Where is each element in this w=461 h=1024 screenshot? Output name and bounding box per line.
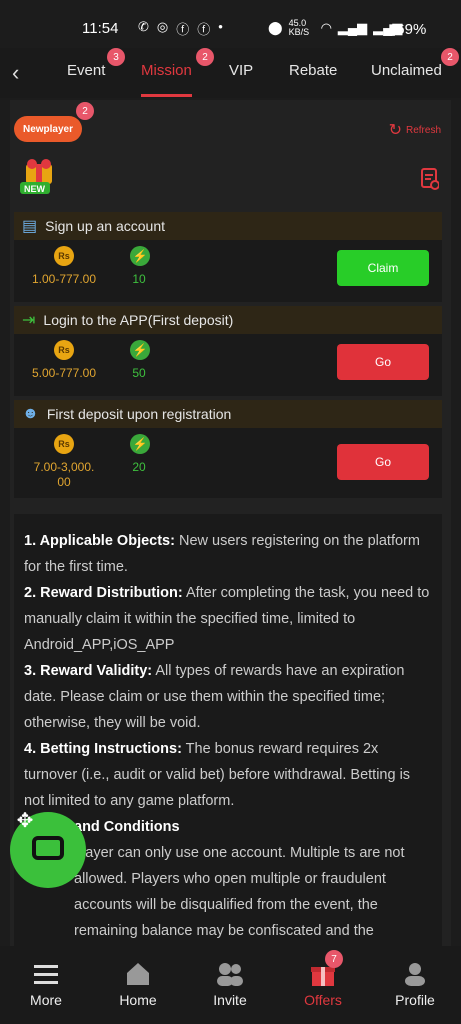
- status-right: ⬤ 45.0 KB/S ◠ ▂▄▆ ▂▄▆: [268, 19, 402, 37]
- task-points: 20: [132, 460, 146, 474]
- tab-unclaimed[interactable]: Unclaimed: [371, 62, 442, 79]
- lightning-icon: ⚡: [130, 434, 150, 454]
- nav-label: Profile: [395, 992, 435, 1008]
- tab-unclaimed-badge: 2: [441, 48, 459, 66]
- task-title: Sign up an account: [45, 218, 165, 234]
- task-header: ☻ First deposit upon registration: [14, 400, 442, 428]
- rule-item: 4. Betting Instructions: The bonus rewar…: [24, 736, 432, 814]
- task-points: 50: [132, 366, 146, 380]
- move-icon[interactable]: ✥: [12, 808, 38, 834]
- status-time: 11:54: [82, 20, 119, 37]
- location-icon: ⬤: [268, 20, 283, 35]
- rule-item: and Conditions: [24, 814, 432, 840]
- task-header: ▤ Sign up an account: [14, 212, 442, 240]
- rule-heading: 2. Reward Distribution:: [24, 585, 183, 601]
- task-card: ☻ First deposit upon registration Rs ⚡ 7…: [14, 400, 442, 498]
- refresh-icon: ↻: [388, 122, 402, 139]
- task-card: ▤ Sign up an account Rs ⚡ 1.00-777.00 10…: [14, 212, 442, 302]
- document-icon[interactable]: [421, 168, 440, 190]
- nav-profile[interactable]: Profile: [375, 960, 455, 1008]
- network-speed: 45.0 KB/S: [288, 18, 310, 37]
- go-button[interactable]: Go: [337, 444, 429, 480]
- tab-mission[interactable]: Mission: [141, 62, 192, 79]
- task-body: Rs ⚡ 5.00-777.00 50 Go: [14, 334, 442, 396]
- back-icon[interactable]: ‹: [12, 60, 19, 86]
- battery: ▮69%: [388, 21, 427, 38]
- refresh-button[interactable]: ↻ Refresh: [389, 120, 441, 140]
- facebook-icon: ⓕ: [176, 22, 190, 37]
- rule-item: 3. Reward Validity: All types of rewards…: [24, 658, 432, 736]
- rule-heading: 4. Betting Instructions:: [24, 741, 182, 757]
- users-icon: [190, 960, 270, 988]
- task-body: Rs ⚡ 1.00-777.00 10 Claim: [14, 240, 442, 302]
- tab-event-badge: 3: [107, 48, 125, 66]
- facebook-icon-2: ⓕ: [197, 22, 211, 37]
- newplayer-label: Newplayer: [22, 123, 74, 135]
- dot-icon: •: [218, 19, 223, 34]
- status-bar: 11:54 ✆ ◎ ⓕ ⓕ • ⬤ 45.0 KB/S ◠ ▂▄▆ ▂▄▆ ▮6…: [0, 0, 461, 40]
- rule-text: player can only use one account. Multipl…: [74, 845, 405, 939]
- nav-offers[interactable]: Offers 7: [283, 950, 363, 1008]
- rupee-coin-icon: Rs: [54, 434, 74, 454]
- tab-mission-badge: 2: [196, 48, 214, 66]
- nav-home[interactable]: Home: [98, 960, 178, 1008]
- rupee-coin-icon: Rs: [54, 246, 74, 266]
- offers-badge: 7: [325, 950, 343, 968]
- profile-icon: [375, 960, 455, 988]
- refresh-label: Refresh: [405, 124, 441, 136]
- task-card: ⇥ Login to the APP(First deposit) Rs ⚡ 5…: [14, 306, 442, 396]
- nav-label: More: [30, 992, 62, 1008]
- menu-icon: [6, 960, 86, 988]
- task-body: Rs ⚡ 7.00-3,000. 00 20 Go: [14, 428, 442, 498]
- rule-item: 1. Applicable Objects: New users registe…: [24, 528, 432, 580]
- rule-item: 2. Reward Distribution: After completing…: [24, 580, 432, 658]
- notification-icons: ✆ ◎ ⓕ ⓕ •: [138, 19, 223, 38]
- tab-vip[interactable]: VIP: [229, 62, 253, 79]
- signal-icon: ▂▄▆: [337, 20, 368, 35]
- mission-panel: Newplayer 2 ↻ Refresh NEW ▤ Sign up an a…: [10, 100, 451, 946]
- go-button[interactable]: Go: [337, 344, 429, 380]
- task-title: Login to the APP(First deposit): [43, 312, 234, 328]
- user-deposit-icon: ☻: [22, 405, 39, 422]
- task-header: ⇥ Login to the APP(First deposit): [14, 306, 442, 334]
- nav-label: Invite: [213, 992, 247, 1008]
- tab-rebate[interactable]: Rebate: [289, 62, 337, 79]
- tab-active-indicator: [141, 94, 192, 97]
- rupee-coin-icon: Rs: [54, 340, 74, 360]
- task-amount: 1.00-777.00: [31, 272, 97, 286]
- newplayer-badge: 2: [76, 102, 94, 120]
- task-amount: 7.00-3,000. 00: [33, 460, 95, 489]
- new-label: NEW: [24, 184, 45, 194]
- wifi-icon: ◠: [320, 20, 332, 35]
- nav-label: Offers: [304, 992, 342, 1008]
- newplayer-tab[interactable]: Newplayer: [14, 116, 82, 142]
- new-gift-icon: NEW: [18, 158, 62, 198]
- rule-heading: 1. Applicable Objects:: [24, 533, 175, 549]
- instagram-icon: ◎: [156, 19, 169, 34]
- lightning-icon: ⚡: [130, 246, 150, 266]
- lightning-icon: ⚡: [130, 340, 150, 360]
- nav-label: Home: [119, 992, 157, 1008]
- task-points: 10: [132, 272, 146, 286]
- rule-heading: 3. Reward Validity:: [24, 663, 153, 679]
- battery-level: 69%: [396, 21, 427, 38]
- chat-icon: [32, 836, 64, 860]
- rule-heading: and Conditions: [74, 819, 180, 835]
- claim-button[interactable]: Claim: [337, 250, 429, 286]
- tab-bar: ‹ Event 3 Mission 2 VIP Rebate Unclaimed…: [0, 48, 461, 98]
- tab-event[interactable]: Event: [67, 62, 105, 79]
- task-title: First deposit upon registration: [46, 406, 232, 422]
- nav-invite[interactable]: Invite: [190, 960, 270, 1008]
- gift-icon: [283, 960, 363, 988]
- home-icon: [98, 960, 178, 988]
- task-amount: 5.00-777.00: [31, 366, 97, 380]
- bottom-nav: More Home Invite Offers 7 Profile: [0, 946, 461, 1024]
- rules-text: 1. Applicable Objects: New users registe…: [14, 514, 442, 946]
- clipboard-icon: ▤: [22, 218, 38, 235]
- login-icon: ⇥: [22, 312, 36, 329]
- nav-more[interactable]: More: [6, 960, 86, 1008]
- whatsapp-icon: ✆: [138, 19, 149, 34]
